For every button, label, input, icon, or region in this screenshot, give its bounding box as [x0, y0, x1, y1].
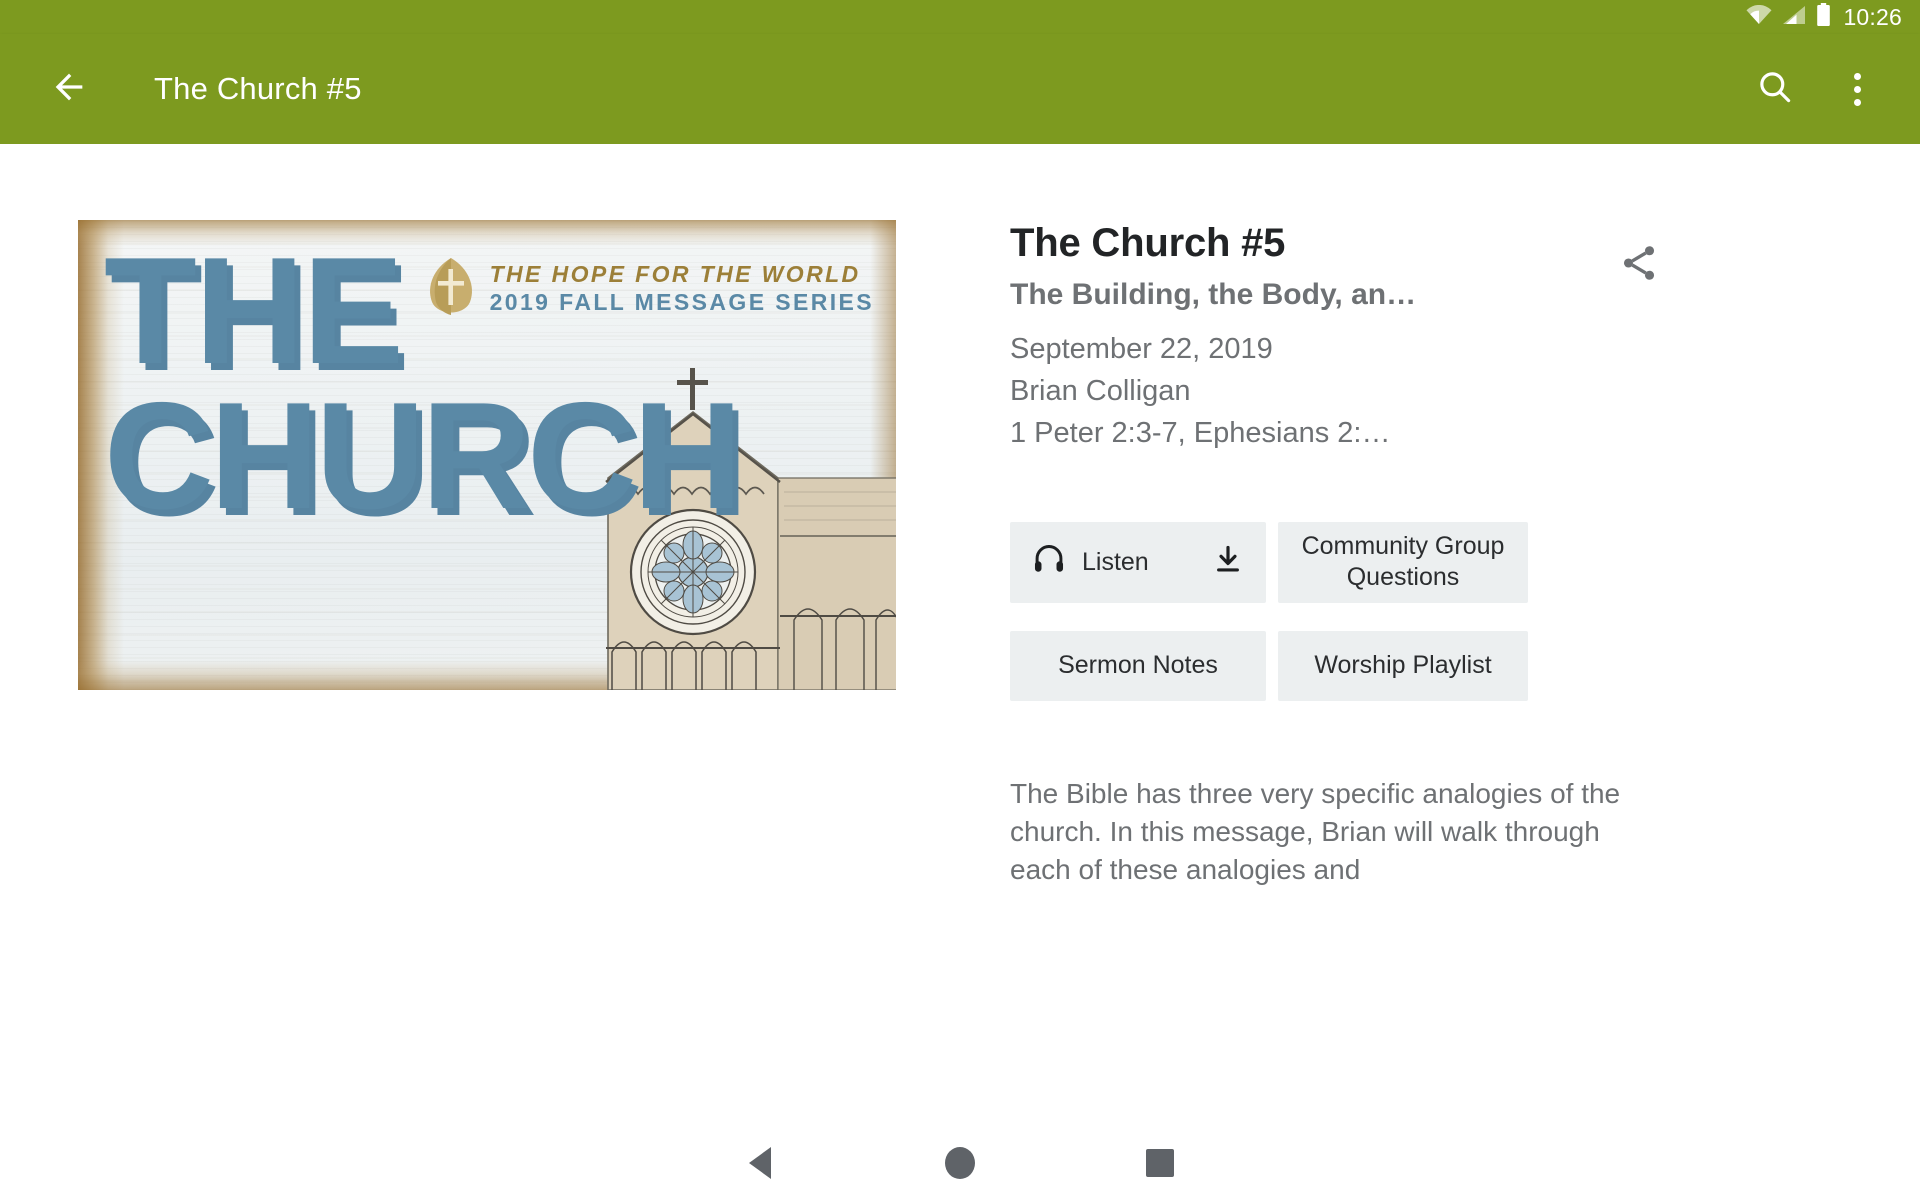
app-bar: The Church #5: [0, 34, 1920, 144]
sermon-title: The Church #5: [1010, 221, 1286, 265]
headphones-icon: [1032, 542, 1066, 584]
nav-home-icon: [945, 1147, 975, 1179]
detail-text-block: The Church #5 The Building, the Body, an…: [1010, 220, 1590, 454]
sermon-description: The Bible has three very specific analog…: [1010, 777, 1621, 886]
series-line2: 2019 FALL MESSAGE SERIES: [489, 288, 874, 315]
artwork-column: THE CHURCH THE HOPE FOR THE WORLD 2019 F…: [0, 220, 896, 690]
series-line1: THE HOPE FOR THE WORLD: [489, 260, 861, 287]
sermon-artwork-image[interactable]: THE CHURCH THE HOPE FOR THE WORLD 2019 F…: [78, 220, 896, 690]
nav-recents-icon: [1146, 1149, 1174, 1177]
search-button[interactable]: [1744, 58, 1806, 120]
sermon-speaker: Brian Colligan: [1010, 374, 1191, 407]
android-navigation-bar: [0, 1126, 1920, 1200]
battery-icon: [1816, 2, 1831, 32]
sermon-detail-panel: The Church #5 The Building, the Body, an…: [1010, 220, 1670, 889]
nav-back-icon: [749, 1147, 771, 1179]
share-button[interactable]: [1608, 234, 1670, 296]
listen-button-label: Listen: [1082, 547, 1149, 576]
community-group-questions-button[interactable]: Community Group Questions: [1278, 521, 1528, 603]
overflow-menu-button[interactable]: [1826, 58, 1888, 120]
content-area: THE CHURCH THE HOPE FOR THE WORLD 2019 F…: [0, 144, 1920, 1200]
arrow-back-icon: [49, 67, 89, 112]
app-bar-title: The Church #5: [154, 71, 362, 106]
back-button[interactable]: [40, 60, 98, 118]
sermon-notes-button[interactable]: Sermon Notes: [1010, 630, 1266, 701]
share-icon: [1618, 242, 1660, 289]
sermon-notes-label: Sermon Notes: [1058, 651, 1218, 680]
nav-recents-button[interactable]: [1060, 1126, 1260, 1200]
search-icon: [1756, 68, 1794, 111]
community-group-questions-label-line1: Community Group: [1301, 531, 1505, 560]
artwork-headline-line2: CHURCH: [104, 370, 743, 541]
cell-signal-icon: [1782, 5, 1806, 30]
sermon-scripture: 1 Peter 2:3-7, Ephesians 2:…: [1010, 416, 1391, 449]
sermon-date: September 22, 2019: [1010, 332, 1273, 365]
sermon-subtitle: The Building, the Body, an…: [1010, 278, 1417, 312]
action-button-grid: Listen Community Group Questions Sermon …: [1010, 521, 1670, 701]
title-row: The Church #5 The Building, the Body, an…: [1010, 220, 1670, 454]
worship-playlist-label: Worship Playlist: [1314, 651, 1492, 680]
worship-playlist-button[interactable]: Worship Playlist: [1278, 630, 1528, 701]
leaf-cross-logo-icon: [424, 256, 478, 321]
community-group-questions-label-line2: Questions: [1346, 563, 1460, 592]
nav-back-button[interactable]: [660, 1126, 860, 1200]
status-bar-clock: 10:26: [1843, 3, 1902, 30]
series-badge: THE HOPE FOR THE WORLD 2019 FALL MESSAGE…: [424, 256, 874, 321]
listen-button-content: Listen: [1032, 542, 1149, 584]
series-text: THE HOPE FOR THE WORLD 2019 FALL MESSAGE…: [490, 261, 874, 317]
wifi-icon: [1746, 4, 1772, 30]
overflow-menu-icon: [1853, 72, 1861, 106]
nav-home-button[interactable]: [860, 1126, 1060, 1200]
download-icon[interactable]: [1212, 543, 1244, 583]
listen-button[interactable]: Listen: [1010, 521, 1266, 603]
status-bar: 10:26: [0, 0, 1920, 34]
